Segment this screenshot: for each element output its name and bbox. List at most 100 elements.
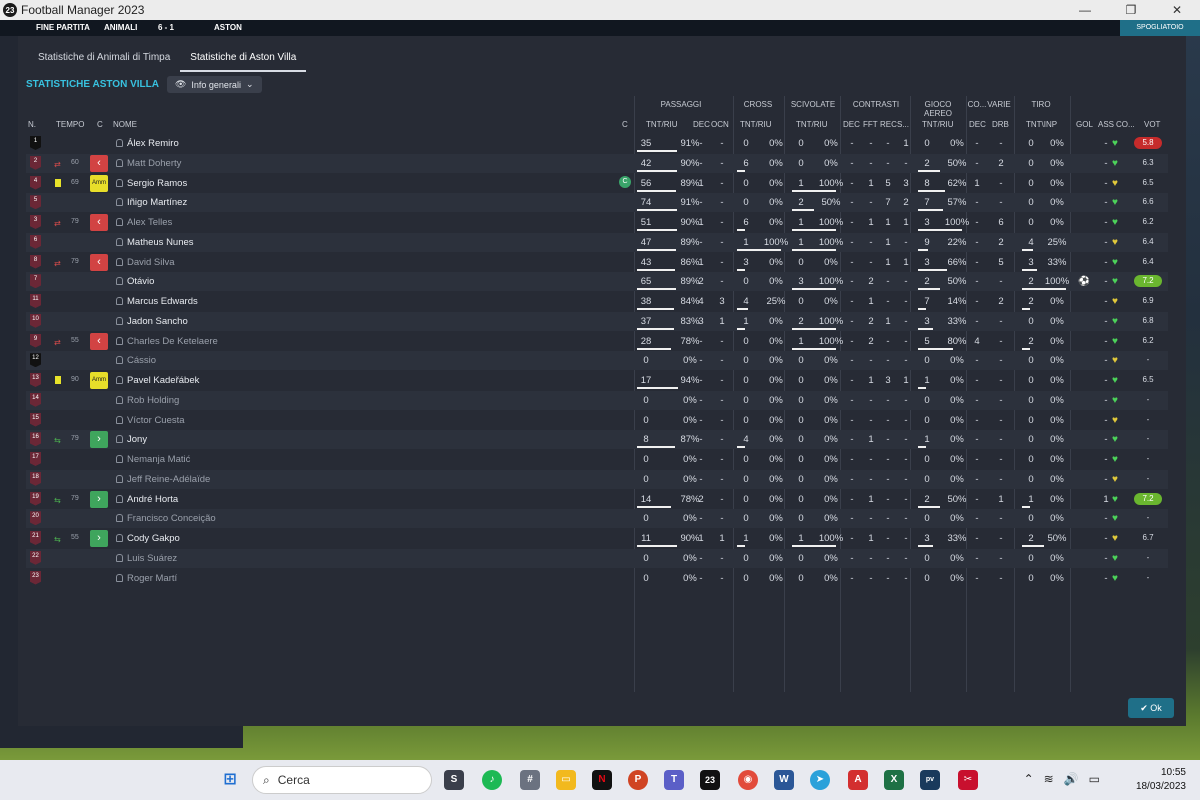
table-row[interactable]: 12 Cássio 0 0% 0 0% 0 0% 0 0% 0 0% - - - - - - - - - ♥ -: [26, 351, 1168, 371]
player-name[interactable]: Sergio Ramos: [127, 178, 187, 189]
battery-icon[interactable]: ▭: [1089, 772, 1100, 786]
stat-pocn: -: [720, 276, 724, 288]
player-name[interactable]: Roger Martí: [127, 573, 177, 584]
table-row[interactable]: 13 90 Amm Pavel Kadeřábek 17 94% 0 0% 0 0% 1 0% 0 0% -…: [26, 371, 1168, 390]
table-row[interactable]: 9 ⇄ 55 ‹ Charles De Ketelaere 28 78% 0 0% 1 100% 5 8…: [26, 332, 1168, 351]
col-pas-tnt[interactable]: TNT/RIU: [646, 120, 678, 129]
player-name[interactable]: Pavel Kadeřábek: [127, 375, 199, 386]
restore-button[interactable]: ❐: [1108, 0, 1154, 20]
calculator-icon[interactable]: #: [520, 770, 540, 790]
player-name[interactable]: Matheus Nunes: [127, 237, 194, 248]
minimize-button[interactable]: —: [1062, 0, 1108, 20]
player-name[interactable]: Álex Remiro: [127, 138, 179, 149]
table-row[interactable]: 20 Francisco Conceição 0 0% 0 0% 0 0% 0 0% 0 0% - - - -…: [26, 509, 1168, 529]
table-row[interactable]: 3 ⇄ 79 ‹ Alex Telles 51 90% 6 0% 1 100% 3 100% 0 0% 1- -…: [26, 213, 1168, 232]
player-name[interactable]: Cody Gakpo: [127, 533, 180, 544]
table-row[interactable]: 15 Víctor Cuesta 0 0% 0 0% 0 0% 0 0% 0 0% - - - - - - - - - ♥…: [26, 411, 1168, 430]
steam-icon[interactable]: S: [444, 770, 464, 790]
col-nome[interactable]: NOME: [113, 120, 137, 129]
table-row[interactable]: 18 Jeff Reine-Adélaïde 0 0% 0 0% 0 0% 0 0% 0 0% - - - -…: [26, 469, 1168, 489]
player-name[interactable]: Iñigo Martínez: [127, 197, 187, 208]
teams-icon[interactable]: T: [664, 770, 684, 790]
telegram-icon[interactable]: ➤: [810, 770, 830, 790]
col-tempo[interactable]: TEMPO: [56, 120, 84, 129]
col-con-fft[interactable]: FFT: [863, 120, 878, 129]
col-co[interactable]: CO...: [1116, 120, 1135, 129]
taskbar-search[interactable]: ⌕ Cerca: [252, 766, 432, 794]
table-row[interactable]: 11 Marcus Edwards 38 84% 4 25% 0 0% 7 14% 2 0% 4 3-1-…: [26, 292, 1168, 311]
table-row[interactable]: 21 ⇆ 55 › Cody Gakpo 11 90% 1 0% 1 100% 3 33% 2 50% 1 1-…: [26, 529, 1168, 548]
col-con-rec[interactable]: REC: [880, 120, 897, 129]
close-button[interactable]: ✕: [1154, 0, 1200, 20]
col-c2[interactable]: C: [622, 120, 628, 129]
snipping-tool-icon[interactable]: ✂: [958, 770, 978, 790]
tab-away-stats[interactable]: Statistiche di Aston Villa: [180, 36, 307, 72]
player-name[interactable]: Francisco Conceição: [127, 513, 216, 524]
table-row[interactable]: 14 Rob Holding 0 0% 0 0% 0 0% 0 0% 0 0% - - - - - - - - - ♥ -: [26, 390, 1168, 410]
col-ass[interactable]: ASS: [1098, 120, 1114, 129]
dressing-room-button[interactable]: SPOGLIATOIO: [1120, 20, 1200, 36]
col-drb[interactable]: DRB: [992, 120, 1009, 129]
prime-video-icon[interactable]: pv: [920, 770, 940, 790]
ok-button[interactable]: ✔ Ok: [1128, 698, 1174, 718]
col-co-dec[interactable]: DEC: [969, 120, 986, 129]
col-con-s[interactable]: S...: [897, 120, 909, 129]
table-row[interactable]: 10 Jadon Sancho 37 83% 1 0% 2 100% 3 33% 0 0% 3 1-2 1-…: [26, 311, 1168, 331]
volume-icon[interactable]: 🔊: [1064, 772, 1079, 786]
col-ga-tnt[interactable]: TNT/RIU: [922, 120, 954, 129]
table-row[interactable]: 19 ⇆ 79 › André Horta 14 78% 0 0% 0 0% 2 50% 1 0% 2- -1-…: [26, 490, 1168, 509]
col-pas-dec[interactable]: DEC: [693, 120, 710, 129]
table-row[interactable]: 4 69 Amm Sergio Ramos C 56 89% 0 0% 1 100% 8 62% 0 0% 1…: [26, 174, 1168, 193]
table-row[interactable]: 23 Roger Martí 0 0% 0 0% 0 0% 0 0% 0 0% - - - - - - - - - ♥ -: [26, 569, 1168, 588]
player-name[interactable]: Cássio: [127, 355, 156, 366]
player-name[interactable]: Marcus Edwards: [127, 296, 198, 307]
view-dropdown[interactable]: 👁 Info generali ⌄: [166, 76, 262, 93]
tab-home-stats[interactable]: Statistiche di Animali di Timpa: [28, 36, 180, 72]
table-row[interactable]: 17 Nemanja Matić 0 0% 0 0% 0 0% 0 0% 0 0% - - - - - - - - - ♥…: [26, 450, 1168, 469]
chrome-icon[interactable]: ◉: [738, 770, 758, 790]
player-name[interactable]: Jeff Reine-Adélaïde: [127, 474, 210, 485]
spotify-icon[interactable]: ♪: [482, 770, 502, 790]
table-row[interactable]: 2 ⇄ 60 ‹ Matt Doherty 42 90% 6 0% 0 0% 2 50% 0 0% - - - - -…: [26, 153, 1168, 173]
col-con-dec[interactable]: DEC: [843, 120, 860, 129]
taskbar-clock[interactable]: 10:55 18/03/2023: [1136, 766, 1186, 794]
col-vot[interactable]: VOT: [1144, 120, 1160, 129]
table-row[interactable]: 5 Iñigo Martínez 74 91% 0 0% 2 50% 7 57% 0 0% - - - -7 2…: [26, 193, 1168, 213]
folder-icon[interactable]: ▭: [556, 770, 576, 790]
table-row[interactable]: 16 ⇆ 79 › Jony 8 87% 4 0% 0 0% 1 0% 0 0% - - -1- - - - - ♥ -: [26, 430, 1168, 450]
col-cross-tnt[interactable]: TNT/RIU: [740, 120, 772, 129]
powerpoint-icon[interactable]: P: [628, 770, 648, 790]
table-row[interactable]: 6 Matheus Nunes 47 89% 1 100% 1 100% 9 22% 4 25% - - -…: [26, 232, 1168, 252]
acrobat-icon[interactable]: A: [848, 770, 868, 790]
chevron-up-icon[interactable]: ⌃: [1024, 772, 1034, 786]
table-row[interactable]: 7 Otávio 65 89% 0 0% 3 100% 2 50% 2 100% 2- -2- - - - - ⚽ ♥…: [26, 272, 1168, 292]
table-row[interactable]: 8 ⇄ 79 ‹ David Silva 43 86% 3 0% 0 0% 3 66% 3 33% 1- - -1…: [26, 253, 1168, 272]
windows-start-icon[interactable]: ⊞: [220, 770, 240, 790]
table-row[interactable]: 22 Luis Suárez 0 0% 0 0% 0 0% 0 0% 0 0% - - - - - - - - - ♥ -: [26, 548, 1168, 568]
player-name[interactable]: Jony: [127, 434, 147, 445]
stat-cdec: -: [850, 177, 854, 189]
player-name[interactable]: Charles De Ketelaere: [127, 336, 218, 347]
col-tnt-inp[interactable]: TNT\INP: [1026, 120, 1057, 129]
netflix-icon[interactable]: N: [592, 770, 612, 790]
player-name[interactable]: Nemanja Matić: [127, 454, 190, 465]
excel-icon[interactable]: X: [884, 770, 904, 790]
player-name[interactable]: Luis Suárez: [127, 553, 177, 564]
table-row[interactable]: 1 Álex Remiro 35 91% 0 0% 0 0% 0 0% 0 0% - - - - -1- - - ♥ 5…: [26, 134, 1168, 153]
player-name[interactable]: Matt Doherty: [127, 158, 181, 169]
player-name[interactable]: Víctor Cuesta: [127, 415, 185, 426]
col-gol[interactable]: GOL: [1076, 120, 1093, 129]
player-name[interactable]: André Horta: [127, 494, 178, 505]
player-name[interactable]: Otávio: [127, 276, 154, 287]
col-sc-tnt[interactable]: TNT/RIU: [796, 120, 828, 129]
wifi-icon[interactable]: ≋: [1044, 772, 1054, 786]
player-name[interactable]: Rob Holding: [127, 395, 179, 406]
col-n[interactable]: N.: [28, 120, 36, 129]
football-manager-taskbar-icon[interactable]: 23: [700, 770, 720, 790]
player-name[interactable]: Jadon Sancho: [127, 316, 188, 327]
col-pas-ocn[interactable]: OCN: [711, 120, 729, 129]
col-c[interactable]: C: [97, 120, 103, 129]
word-icon[interactable]: W: [774, 770, 794, 790]
player-name[interactable]: Alex Telles: [127, 217, 172, 228]
player-name[interactable]: David Silva: [127, 257, 175, 268]
